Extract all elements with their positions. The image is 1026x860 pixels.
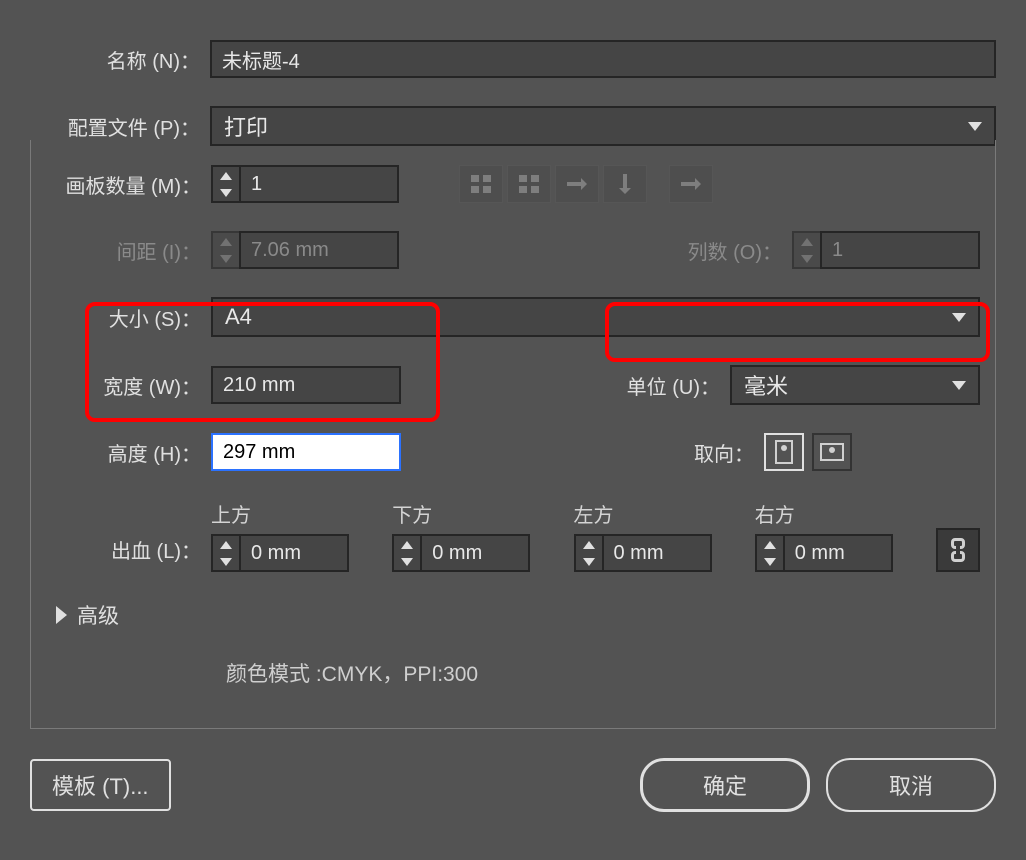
bleed-bottom-input[interactable]	[420, 534, 530, 572]
orientation-portrait[interactable]	[764, 433, 804, 471]
chevron-down-icon	[968, 122, 982, 131]
orientation-landscape[interactable]	[812, 433, 852, 471]
profile-label: 配置文件 (P)：	[30, 112, 210, 141]
bleed-top-spinner[interactable]	[211, 534, 372, 572]
bleed-left-input[interactable]	[602, 534, 712, 572]
spacing-label: 间距 (I)：	[46, 236, 211, 265]
bleed-right-spinner[interactable]	[755, 534, 916, 572]
height-input[interactable]	[211, 433, 401, 471]
arrange-right-icon[interactable]	[555, 165, 599, 203]
spacing-input	[239, 231, 399, 269]
advanced-label[interactable]: 高级	[77, 600, 119, 630]
grid-by-col-icon[interactable]	[507, 165, 551, 203]
ok-button[interactable]: 确定	[640, 758, 810, 812]
orientation-label: 取向：	[674, 438, 764, 467]
unit-select[interactable]: 毫米	[730, 365, 980, 405]
bleed-right-label: 右方	[755, 499, 916, 528]
template-button[interactable]: 模板 (T)...	[30, 759, 171, 811]
chevron-down-icon	[952, 381, 966, 390]
columns-label: 列数 (O)：	[672, 236, 792, 265]
artboards-input[interactable]	[239, 165, 399, 203]
bleed-left-label: 左方	[574, 499, 735, 528]
bleed-right-input[interactable]	[783, 534, 893, 572]
name-input[interactable]	[210, 40, 996, 78]
artboards-label: 画板数量 (M)：	[46, 170, 211, 199]
highlight-unit	[605, 302, 990, 362]
columns-spinner	[792, 231, 980, 269]
artboards-spinner[interactable]	[211, 165, 399, 203]
bleed-bottom-label: 下方	[392, 499, 553, 528]
highlight-width-height	[85, 302, 440, 422]
color-mode-text: 颜色模式 :CMYK，PPI:300	[226, 658, 478, 688]
unit-value: 毫米	[744, 369, 788, 401]
cancel-button[interactable]: 取消	[826, 758, 996, 812]
bleed-label: 出血 (L)：	[46, 535, 211, 572]
arrange-rtl-icon[interactable]	[669, 165, 713, 203]
link-icon	[951, 538, 965, 562]
grid-by-row-icon[interactable]	[459, 165, 503, 203]
columns-input	[820, 231, 980, 269]
name-label: 名称 (N)：	[30, 45, 210, 74]
link-bleed-button[interactable]	[936, 528, 980, 572]
bleed-left-spinner[interactable]	[574, 534, 735, 572]
arrange-down-icon[interactable]	[603, 165, 647, 203]
bleed-top-input[interactable]	[239, 534, 349, 572]
height-label: 高度 (H)：	[46, 438, 211, 467]
unit-label: 单位 (U)：	[620, 371, 730, 400]
profile-value: 打印	[224, 110, 268, 142]
expand-icon[interactable]	[56, 606, 67, 624]
bleed-top-label: 上方	[211, 499, 372, 528]
spacing-spinner	[211, 231, 399, 269]
bleed-bottom-spinner[interactable]	[392, 534, 553, 572]
